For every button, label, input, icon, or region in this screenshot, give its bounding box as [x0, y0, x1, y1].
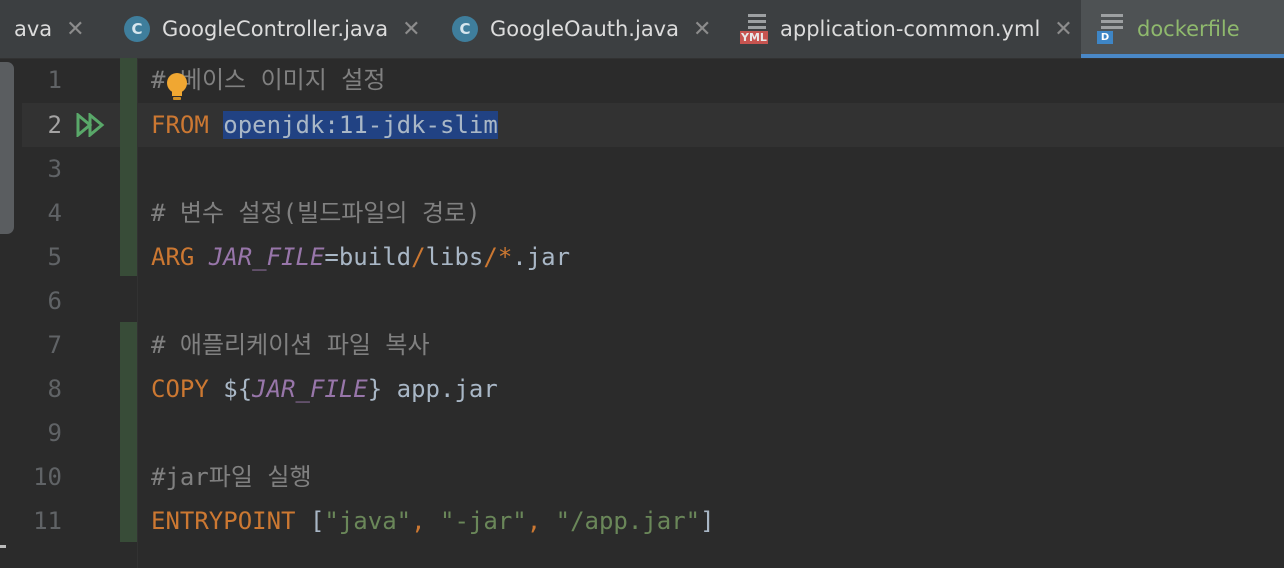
line-number: 2 [47, 111, 62, 139]
code-line-3[interactable]: 3 [0, 147, 1284, 191]
keyword-copy: COPY [151, 375, 209, 403]
variable-name: JAR_FILE [252, 375, 368, 403]
code-line-11[interactable]: 11 ENTRYPOINT ["java", "-jar", "/app.jar… [0, 499, 1284, 543]
code-line-6[interactable]: 6 [0, 279, 1284, 323]
tab-google-oauth[interactable]: C GoogleOauth.java ✕ [452, 0, 711, 58]
line-number: 9 [47, 419, 62, 447]
code-comment: # 변수 설정(빌드파일의 경로) [151, 199, 481, 227]
file-extension: .jar [512, 243, 571, 271]
close-icon[interactable]: ✕ [66, 17, 84, 42]
tab-label: GoogleOauth.java [490, 17, 679, 41]
tab-application-common-yml[interactable]: YML application-common.yml ✕ [740, 0, 1073, 58]
assignment: = [324, 243, 339, 271]
close-icon[interactable]: ✕ [693, 17, 711, 42]
wildcard: * [497, 243, 513, 271]
code-line-1[interactable]: 1 # 베이스 이미지 설정 [0, 58, 1284, 102]
line-number: 3 [47, 155, 62, 183]
path-part: build [338, 243, 412, 271]
line-number: 1 [47, 66, 62, 94]
run-icon[interactable] [76, 113, 106, 137]
comma: , [526, 507, 542, 535]
bracket-close: ] [700, 507, 715, 535]
tab-label: application-common.yml [780, 17, 1041, 41]
var-close: } [367, 375, 383, 403]
comma: , [411, 507, 426, 535]
tab-dockerfile[interactable]: D dockerfile [1081, 0, 1284, 58]
tab-truncated-java[interactable]: ava ✕ [14, 0, 85, 58]
code-line-4[interactable]: 4 # 변수 설정(빌드파일의 경로) [0, 191, 1284, 235]
destination: app.jar [396, 375, 498, 403]
line-number: 5 [47, 243, 62, 271]
code-line-9[interactable]: 9 [0, 411, 1284, 455]
keyword-arg: ARG [151, 243, 195, 271]
code-line-5[interactable]: 5 ARG JAR_FILE=build/libs/*.jar [0, 235, 1284, 279]
tab-google-controller[interactable]: C GoogleController.java ✕ [124, 0, 421, 58]
gutter-marker [0, 545, 6, 548]
code-line-7[interactable]: 7 # 애플리케이션 파일 복사 [0, 323, 1284, 367]
close-icon[interactable]: ✕ [402, 17, 420, 42]
bracket-open: [ [309, 507, 325, 535]
tab-label: GoogleController.java [162, 17, 389, 41]
yml-file-icon: YML [740, 14, 772, 44]
var-open: ${ [223, 375, 253, 403]
code-comment: # 애플리케이션 파일 복사 [151, 331, 430, 359]
tab-label: ava [14, 17, 53, 41]
docker-file-icon: D [1097, 14, 1127, 44]
line-number: 11 [33, 507, 62, 535]
code-line-10[interactable]: 10 #jar파일 실행 [0, 455, 1284, 499]
code-line-8[interactable]: 8 COPY ${JAR_FILE} app.jar [0, 367, 1284, 411]
class-c-icon: C [124, 16, 150, 42]
close-icon[interactable]: ✕ [1054, 17, 1072, 42]
keyword-from: FROM [151, 111, 209, 139]
line-number: 6 [47, 287, 62, 315]
code-comment: #jar파일 실행 [151, 463, 312, 491]
code-line-2[interactable]: 2 FROM openjdk:11-jdk-slim [0, 103, 1284, 147]
line-number: 8 [47, 375, 62, 403]
keyword-entrypoint: ENTRYPOINT [151, 507, 296, 535]
string-literal: "-jar" [440, 507, 527, 535]
line-number: 10 [33, 463, 62, 491]
path-part: libs [425, 243, 484, 271]
string-literal: "/app.jar" [555, 507, 701, 535]
variable-name: JAR_FILE [208, 243, 325, 271]
line-number: 4 [47, 199, 62, 227]
tab-label: dockerfile [1137, 17, 1240, 41]
lightbulb-icon[interactable] [166, 72, 188, 102]
string-literal: "java" [324, 507, 412, 535]
path-separator: / [483, 243, 498, 271]
editor-tab-bar: ava ✕ C GoogleController.java ✕ C Google… [0, 0, 1284, 59]
selected-image-name: openjdk:11-jdk-slim [223, 111, 498, 139]
path-separator: / [411, 243, 426, 271]
class-c-icon: C [452, 16, 478, 42]
line-number: 7 [47, 331, 62, 359]
